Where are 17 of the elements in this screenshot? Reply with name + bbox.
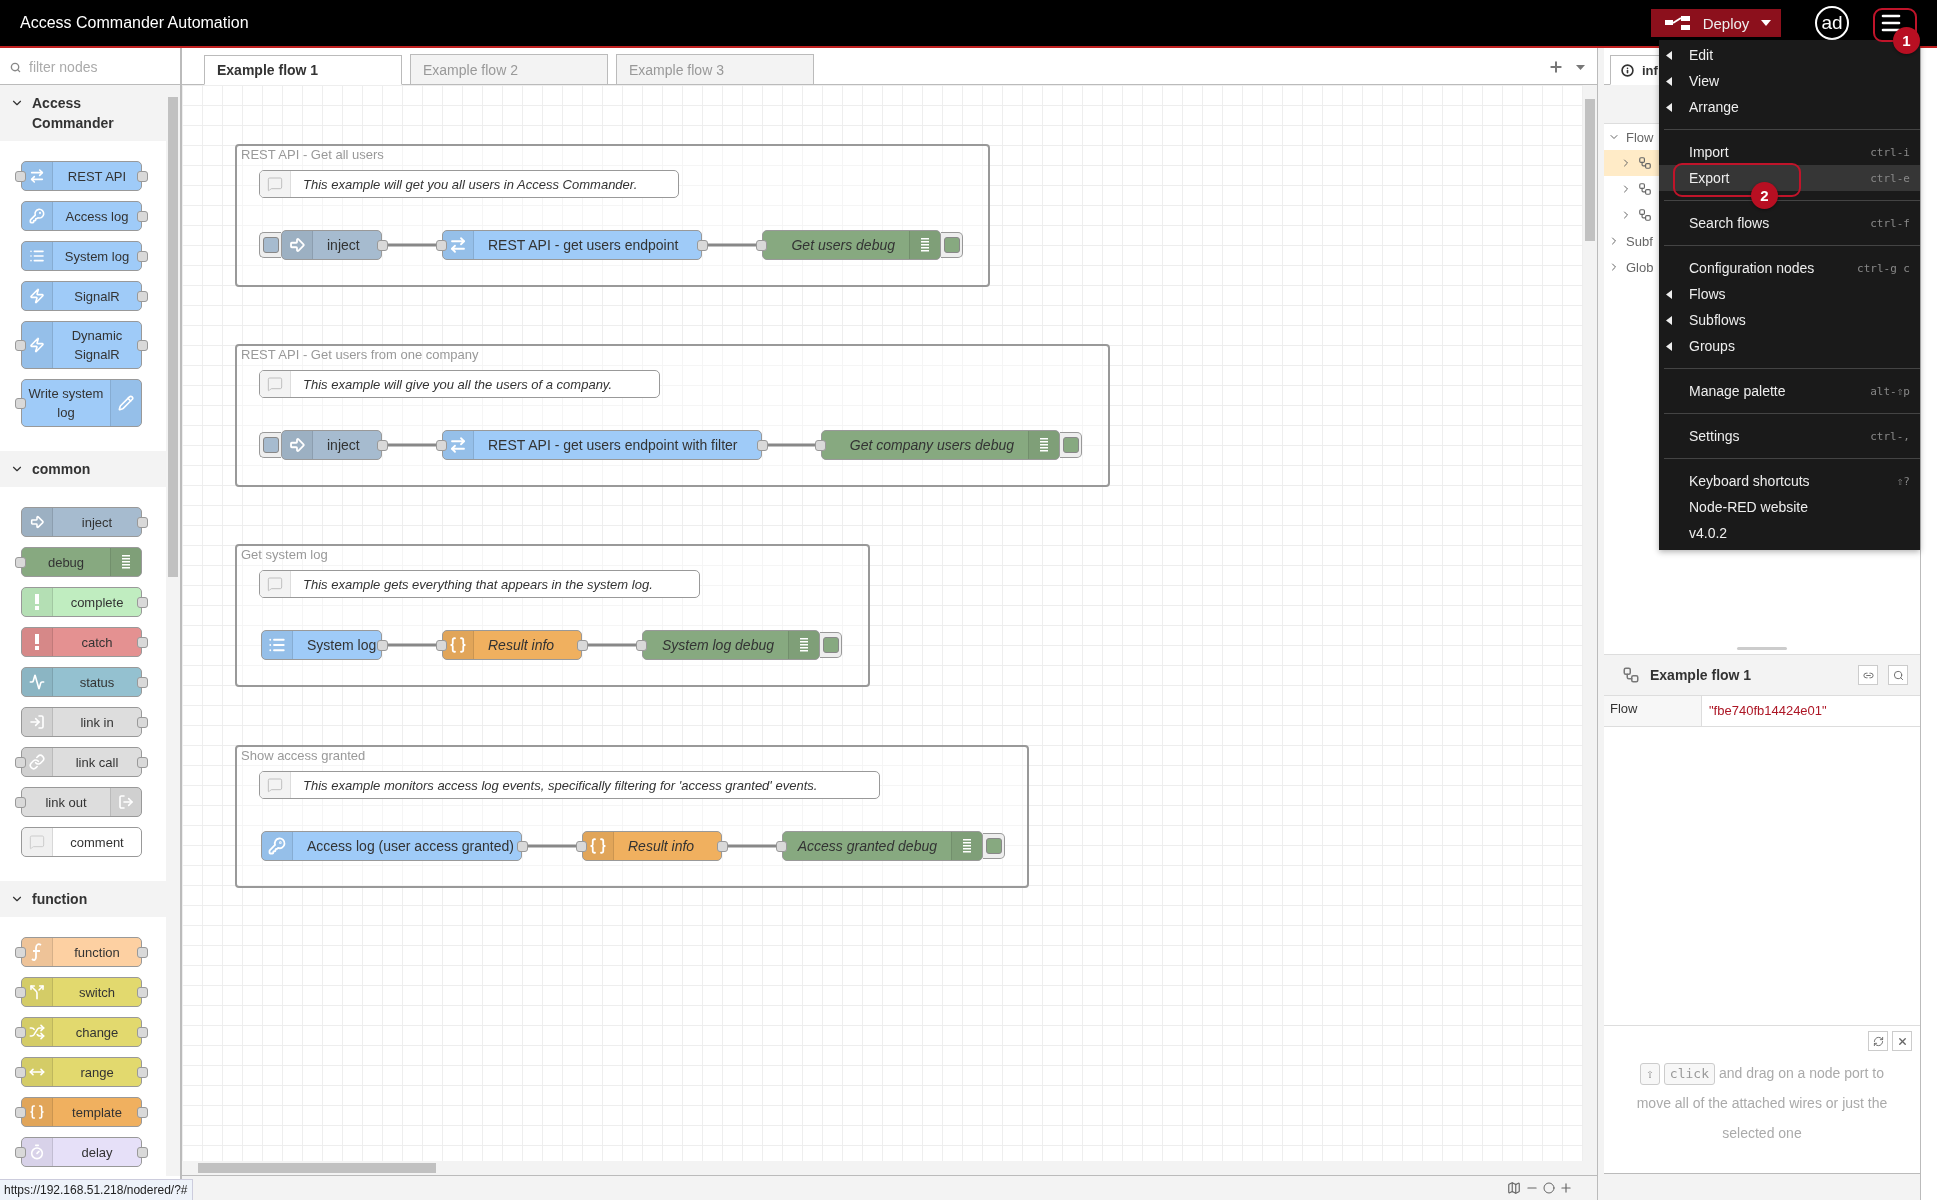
app-title: Access Commander Automation (20, 14, 250, 32)
group-title: REST API - Get users from one company (241, 347, 479, 362)
shortcut-hint: ctrl-i (1870, 145, 1910, 159)
property-name: Flow (1604, 696, 1702, 726)
shortcut-hint: alt-⇧p (1870, 384, 1910, 398)
info-title: Example flow 1 (1650, 667, 1753, 683)
group-title: Show access granted (241, 748, 366, 763)
tip-text: ⇧ click and drag on a node port to move all of the attached wires or just the selected one (1635, 1062, 1889, 1143)
group-title: REST API - Get all users (241, 147, 384, 162)
shortcut-hint: ⇧? (1896, 474, 1910, 488)
shortcut-hint: ctrl-f (1870, 216, 1910, 230)
status-url: https://192.168.51.218/nodered/?# (0, 1179, 193, 1200)
shortcut-hint: ctrl-e (1870, 171, 1910, 185)
property-value: "fbe740fb14424e01" (1708, 702, 1828, 720)
shortcut-hint: ctrl-, (1870, 429, 1910, 443)
group-title: Get system log (241, 547, 328, 562)
shortcut-hint: ctrl-g c (1857, 261, 1910, 275)
